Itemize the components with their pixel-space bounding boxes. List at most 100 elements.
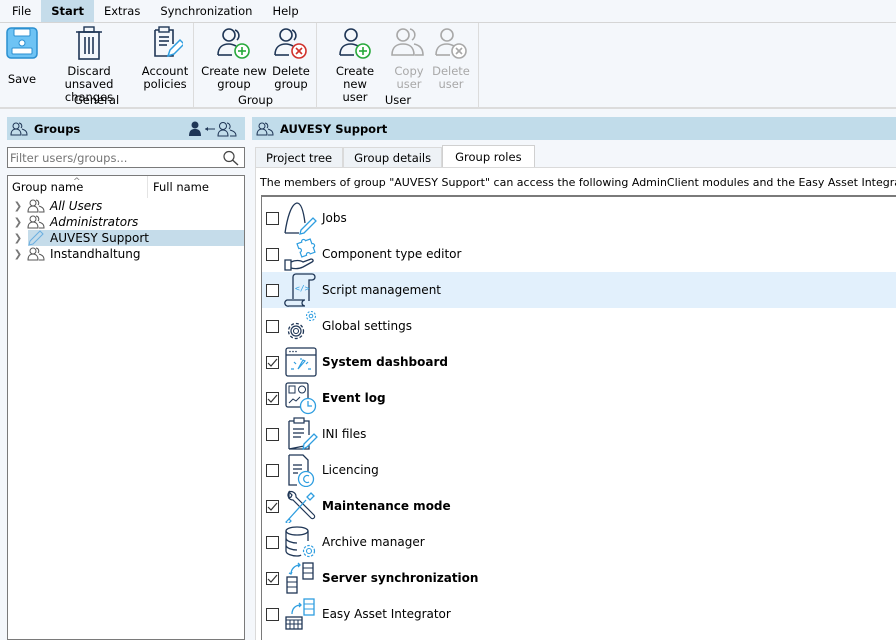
menu-synchronization[interactable]: Synchronization [150, 0, 262, 22]
group-icon [256, 122, 274, 136]
menu-bar: File Start Extras Synchronization Help [0, 0, 896, 22]
svg-text:</>: </> [295, 284, 310, 293]
role-checkbox[interactable] [266, 355, 279, 369]
ribbon-group-label-group: Group [237, 93, 273, 107]
groups-pane-title: Groups [34, 121, 81, 136]
asset-integrator-icon [282, 596, 320, 632]
event-log-icon [282, 380, 320, 416]
menu-file[interactable]: File [2, 0, 41, 22]
account-policies-button[interactable]: Account policies [140, 25, 190, 91]
role-item-licencing[interactable]: Licencing [262, 452, 896, 488]
sort-ascending-icon: ^ [73, 177, 81, 187]
ribbon-group-user: Create new user Copy user Delete user Us… [318, 23, 479, 109]
menu-help[interactable]: Help [262, 0, 308, 22]
ribbon: Save Discard unsaved changes Account pol… [0, 22, 896, 109]
menu-start[interactable]: Start [41, 0, 94, 22]
role-item-archive-manager[interactable]: Archive manager [262, 524, 896, 560]
tab-group-roles[interactable]: Group roles [442, 145, 535, 167]
tab-group-details[interactable]: Group details [343, 147, 443, 168]
component-type-icon [282, 236, 320, 272]
role-checkbox[interactable] [266, 463, 279, 477]
ribbon-group-general: Save Discard unsaved changes Account pol… [0, 23, 194, 109]
filter-box [7, 147, 245, 168]
groups-pane: Groups ^ Group name Full name ❯ All User… [0, 111, 249, 640]
expand-chevron-icon[interactable]: ❯ [10, 201, 26, 212]
role-item-system-dashboard[interactable]: System dashboard [262, 344, 896, 380]
user-copy-icon [391, 25, 427, 61]
role-checkbox[interactable] [266, 283, 279, 297]
save-button[interactable]: Save [4, 25, 40, 86]
expand-chevron-icon[interactable]: ❯ [10, 217, 26, 228]
group-icon [26, 246, 46, 262]
clipboard-edit-icon [147, 25, 183, 61]
group-roles-panel: The members of group "AUVESY Support" ca… [255, 167, 896, 640]
tree-row-all-users[interactable]: ❯ All Users [8, 198, 244, 214]
tree-header: ^ Group name Full name [8, 176, 244, 198]
group-icon [26, 214, 46, 230]
role-checkbox[interactable] [266, 247, 279, 261]
ribbon-group-group: Create new group Delete group Group [195, 23, 317, 109]
role-checkbox[interactable] [266, 319, 279, 333]
role-item-jobs[interactable]: Jobs [262, 200, 896, 236]
role-item-server-synchronization[interactable]: Server synchronization [262, 560, 896, 596]
copy-user-button[interactable]: Copy user [390, 25, 428, 91]
tab-project-tree[interactable]: Project tree [255, 147, 344, 168]
group-add-icon [216, 25, 252, 61]
script-icon: </> [282, 272, 320, 308]
trash-icon [71, 25, 107, 61]
roles-list: Jobs Component type editor </> Script ma… [261, 195, 896, 640]
dashboard-icon [282, 344, 320, 380]
filter-input[interactable] [8, 150, 222, 165]
pencil-icon [26, 230, 46, 246]
column-group-name[interactable]: ^ Group name [8, 176, 148, 198]
role-item-maintenance-mode[interactable]: Maintenance mode [262, 488, 896, 524]
archive-icon [282, 524, 320, 560]
role-item-global-settings[interactable]: Global settings [262, 308, 896, 344]
user-delete-icon [433, 25, 469, 61]
licence-icon [282, 452, 320, 488]
role-checkbox[interactable] [266, 571, 279, 585]
menu-extras[interactable]: Extras [94, 0, 150, 22]
tree-row-auvesy-support[interactable]: ❯ AUVESY Support [8, 230, 244, 246]
group-icon [10, 122, 28, 136]
maintenance-icon [282, 488, 320, 524]
role-item-component-type-editor[interactable]: Component type editor [262, 236, 896, 272]
expand-chevron-icon[interactable]: ❯ [10, 233, 26, 244]
detail-pane: AUVESY Support Project tree Group detail… [252, 111, 896, 640]
role-checkbox[interactable] [266, 391, 279, 405]
create-group-button[interactable]: Create new group [201, 25, 267, 91]
column-full-name[interactable]: Full name [148, 176, 209, 198]
server-sync-icon [282, 560, 320, 596]
group-delete-icon [273, 25, 309, 61]
tree-row-administrators[interactable]: ❯ Administrators [8, 214, 244, 230]
tab-bar: Project tree Group details Group roles [255, 145, 535, 168]
delete-user-button[interactable]: Delete user [430, 25, 472, 91]
save-icon [4, 25, 40, 61]
role-checkbox[interactable] [266, 535, 279, 549]
search-icon[interactable] [222, 150, 240, 166]
role-item-easy-asset-integrator[interactable]: Easy Asset Integrator [262, 596, 896, 632]
assign-user-to-group-icon[interactable] [188, 121, 240, 137]
tree-row-instandhaltung[interactable]: ❯ Instandhaltung [8, 246, 244, 262]
groups-pane-header: Groups [7, 117, 245, 140]
ini-file-icon [282, 416, 320, 452]
group-icon [26, 198, 46, 214]
role-checkbox[interactable] [266, 499, 279, 513]
delete-group-button[interactable]: Delete group [269, 25, 313, 91]
role-checkbox[interactable] [266, 607, 279, 621]
detail-pane-header: AUVESY Support [252, 117, 896, 140]
role-item-script-management[interactable]: </> Script management [262, 272, 896, 308]
jobs-icon [282, 200, 320, 236]
gear-icon [282, 308, 320, 344]
roles-description: The members of group "AUVESY Support" ca… [260, 176, 896, 189]
role-checkbox[interactable] [266, 211, 279, 225]
ribbon-group-label-user: User [384, 93, 412, 107]
role-checkbox[interactable] [266, 427, 279, 441]
user-add-icon [337, 25, 373, 61]
groups-tree: ^ Group name Full name ❯ All Users ❯ Adm… [7, 175, 245, 640]
role-item-event-log[interactable]: Event log [262, 380, 896, 416]
ribbon-group-label-general: General [73, 93, 120, 107]
role-item-ini-files[interactable]: INI files [262, 416, 896, 452]
detail-pane-title: AUVESY Support [280, 121, 388, 136]
expand-chevron-icon[interactable]: ❯ [10, 249, 26, 260]
